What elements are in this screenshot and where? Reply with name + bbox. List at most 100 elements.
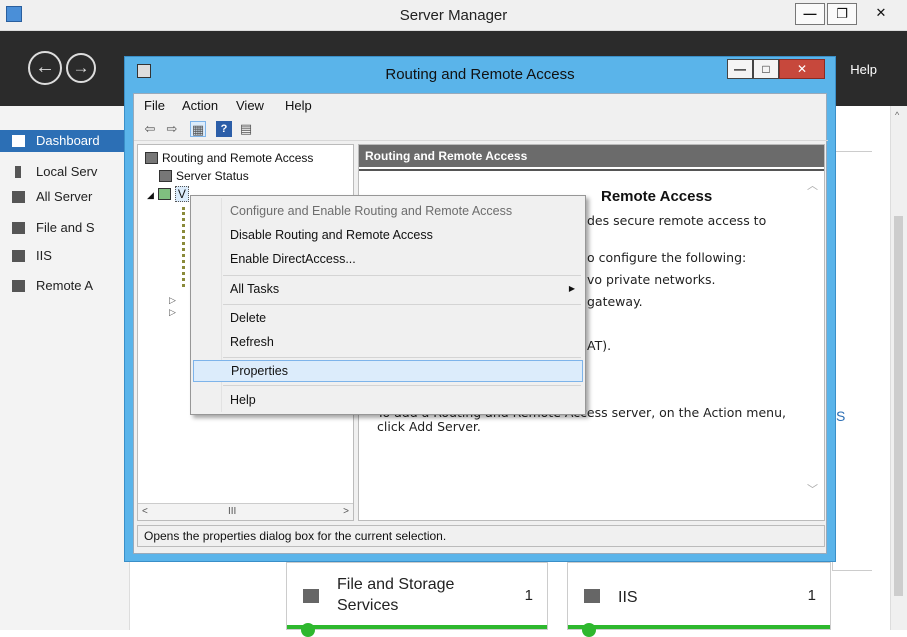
tree-server-node[interactable]: ◢ V [147, 186, 189, 202]
sidebar-item-label: File and S [36, 220, 95, 235]
tile-status-bar [568, 625, 830, 629]
remote-access-icon [12, 280, 25, 292]
sidebar-item-iis[interactable]: IIS [0, 245, 130, 267]
details-text-line: des secure remote access to [587, 213, 767, 228]
details-text-line: click Add Server. [377, 419, 481, 434]
rras-maximize-button[interactable]: □ [753, 59, 779, 79]
show-hide-console-tree-icon[interactable]: ▦ [190, 121, 206, 137]
dashboard-icon [12, 135, 25, 147]
menu-item-refresh[interactable]: Refresh [193, 331, 583, 353]
scrollbar-thumb[interactable] [894, 216, 903, 596]
status-bar: Opens the properties dialog box for the … [137, 525, 825, 547]
menu-separator [223, 304, 581, 305]
menu-action[interactable]: Action [182, 98, 218, 113]
server-status-icon [159, 170, 172, 182]
sidebar-item-remote-access[interactable]: Remote A [0, 275, 130, 297]
menu-item-properties[interactable]: Properties [193, 360, 583, 382]
expand-icon[interactable]: ▷ [169, 295, 176, 306]
sidebar-item-label: Local Serv [36, 164, 98, 179]
rras-close-button[interactable]: ✕ [779, 59, 825, 79]
forward-icon[interactable]: → [66, 53, 96, 83]
details-pane-header: Routing and Remote Access [359, 145, 824, 167]
sidebar-item-all-servers[interactable]: All Server [0, 186, 130, 208]
details-text-line: AT). [587, 338, 612, 353]
tree-root[interactable]: Routing and Remote Access [145, 151, 313, 165]
iis-icon [584, 589, 600, 603]
server-manager-sidebar: Dashboard Local Serv All Server File and… [0, 106, 130, 630]
menu-item-all-tasks[interactable]: All Tasks ▶ [193, 278, 583, 300]
back-icon[interactable]: ← [28, 51, 62, 85]
tree-server-status-label: Server Status [176, 169, 249, 183]
tile-title: IIS [618, 589, 638, 606]
file-storage-icon [303, 589, 319, 603]
tile-status-bar [287, 625, 547, 629]
forward-arrow-icon[interactable]: ⇨ [164, 121, 180, 137]
content-link-fragment[interactable]: S [836, 408, 845, 424]
menu-help[interactable]: Help [285, 98, 312, 113]
tile-count: 1 [807, 587, 816, 604]
details-text-line: vo private networks. [587, 272, 716, 287]
sidebar-item-dashboard[interactable]: Dashboard [0, 130, 130, 152]
scroll-up-icon[interactable]: ^ [895, 110, 899, 120]
sidebar-item-label: Remote A [36, 278, 94, 293]
expand-collapse-icon: ◢ [147, 190, 154, 200]
menu-item-disable-routing[interactable]: Disable Routing and Remote Access [193, 224, 583, 246]
menu-item-label: All Tasks [230, 282, 280, 296]
sidebar-item-file-storage[interactable]: File and S [0, 217, 130, 239]
show-hide-action-pane-icon[interactable]: ▤ [238, 121, 254, 137]
submenu-arrow-icon: ▶ [568, 284, 575, 293]
server-manager-titlebar: Server Manager — ❐ ✕ [0, 0, 907, 31]
details-text-line: gateway. [587, 294, 643, 309]
sm-minimize-button[interactable]: — [795, 3, 825, 25]
scroll-down-icon[interactable]: ﹀ [807, 481, 818, 497]
menu-item-delete[interactable]: Delete [193, 307, 583, 329]
tile-iis[interactable]: IIS 1 [567, 562, 831, 637]
sm-close-button[interactable]: ✕ [859, 3, 903, 25]
expand-icon[interactable]: ▷ [169, 307, 176, 318]
menu-file[interactable]: File [144, 98, 165, 113]
tile-count: 1 [524, 587, 533, 604]
sidebar-item-label: Dashboard [36, 133, 100, 148]
tree-horizontal-scrollbar[interactable]: < III > [138, 503, 353, 520]
details-text-line: o configure the following: [587, 250, 747, 265]
menu-bar: File Action View Help [134, 94, 828, 116]
tile-title: File and Storage Services [337, 576, 455, 614]
help-menu[interactable]: Help [850, 62, 877, 77]
sidebar-item-label: All Server [36, 189, 93, 204]
sidebar-item-label: IIS [36, 248, 52, 263]
menu-separator [223, 275, 581, 276]
menu-item-configure-enable[interactable]: Configure and Enable Routing and Remote … [193, 200, 583, 222]
menu-view[interactable]: View [236, 98, 264, 113]
tile-file-storage[interactable]: File and Storage Services 1 [286, 562, 548, 637]
details-heading: Remote Access [601, 188, 713, 205]
server-manager-title: Server Manager [399, 7, 508, 24]
iis-icon [12, 250, 25, 262]
menu-separator [223, 385, 581, 386]
server-running-icon [157, 188, 171, 200]
back-arrow-icon[interactable]: ⇦ [142, 121, 158, 137]
toolbar: ⇦ ⇨ ▦ ? ▤ [134, 117, 828, 141]
scroll-thumb-grip-icon[interactable]: III [228, 506, 236, 517]
tree-server-node-label: V [174, 186, 189, 202]
help-icon[interactable]: ? [216, 121, 232, 137]
sidebar-item-local-server[interactable]: Local Serv [0, 161, 130, 183]
server-icon [15, 166, 21, 178]
status-ok-icon [301, 623, 315, 637]
tree-server-status[interactable]: Server Status [159, 169, 249, 183]
rras-root-icon [145, 152, 158, 164]
server-manager-scrollbar[interactable]: ^ [890, 106, 907, 630]
rras-minimize-button[interactable]: — [727, 59, 753, 79]
menu-separator [223, 357, 581, 358]
file-storage-icon [12, 222, 25, 234]
menu-item-help[interactable]: Help [193, 389, 583, 411]
sm-maximize-button[interactable]: ❐ [827, 3, 857, 25]
status-ok-icon [582, 623, 596, 637]
content-panel-edge [832, 151, 872, 571]
tree-root-label: Routing and Remote Access [162, 151, 314, 165]
scroll-left-icon[interactable]: < [142, 506, 148, 517]
menu-item-enable-directaccess[interactable]: Enable DirectAccess... [193, 248, 583, 270]
servers-icon [12, 191, 25, 203]
scroll-up-icon[interactable]: ︿ [807, 177, 818, 193]
context-menu: Configure and Enable Routing and Remote … [190, 195, 586, 415]
scroll-right-icon[interactable]: > [343, 506, 349, 517]
